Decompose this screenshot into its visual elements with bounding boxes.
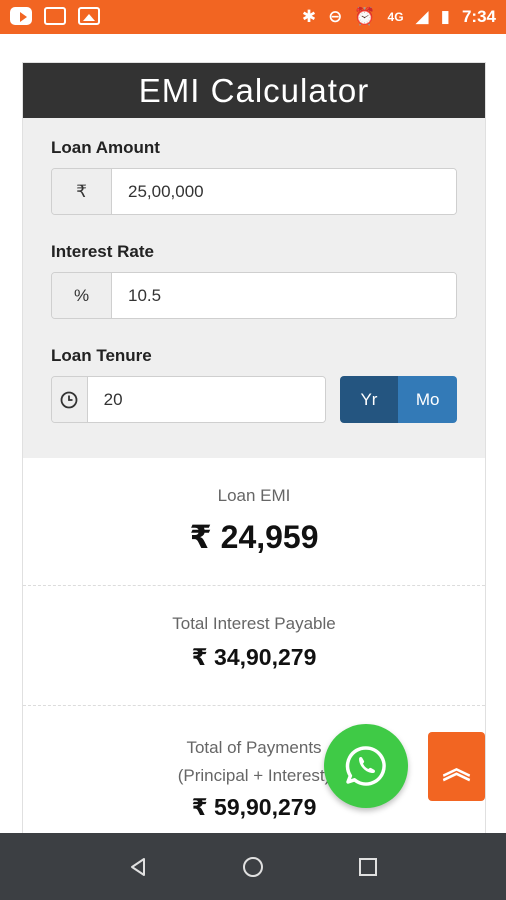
interest-rate-input[interactable] xyxy=(112,273,456,318)
home-button[interactable] xyxy=(233,847,273,887)
emi-calculator-card: EMI Calculator Loan Amount ₹ Interest Ra… xyxy=(22,62,486,842)
home-icon xyxy=(242,856,263,877)
double-chevron-up-icon: ︽ xyxy=(442,752,471,784)
total-interest-label: Total Interest Payable xyxy=(172,614,336,633)
loan-emi-label: Loan EMI xyxy=(217,486,291,505)
clock: 7:34 xyxy=(461,7,496,26)
interest-rate-group: % xyxy=(51,272,457,319)
navigation-bar xyxy=(0,833,506,900)
loan-tenure-row: Yr Mo xyxy=(51,370,457,423)
calculator-form: Loan Amount ₹ Interest Rate % Loan Tenur… xyxy=(23,118,485,458)
whatsapp-button[interactable] xyxy=(324,724,408,808)
total-interest-value: ₹ 34,90,279 xyxy=(191,644,317,670)
year-toggle-button[interactable]: Yr xyxy=(339,376,399,423)
alarm-icon: ⏰ xyxy=(354,7,376,26)
page-title: EMI Calculator xyxy=(23,63,485,118)
total-payments-value: ₹ 59,90,279 xyxy=(191,794,317,820)
clock-icon-svg xyxy=(60,391,78,408)
total-payments-result: Total of Payments (Principal + Interest)… xyxy=(23,706,485,846)
loan-tenure-label: Loan Tenure xyxy=(51,346,152,365)
loan-amount-label: Loan Amount xyxy=(51,138,160,157)
total-payments-sublabel: (Principal + Interest) xyxy=(177,766,331,785)
tenure-unit-toggle: Yr Mo xyxy=(339,376,457,423)
loan-tenure-input[interactable] xyxy=(87,377,325,422)
recents-button[interactable] xyxy=(348,847,388,887)
back-icon xyxy=(130,857,145,876)
bluetooth-icon: ✱ xyxy=(301,7,317,26)
month-toggle-button[interactable]: Mo xyxy=(398,376,457,423)
scroll-to-top-button[interactable]: ︽ xyxy=(428,732,485,801)
signal-icon: ◢ xyxy=(415,7,429,26)
battery-icon: ▮ xyxy=(440,7,450,26)
loan-amount-input[interactable] xyxy=(112,169,456,214)
loan-amount-group: ₹ xyxy=(51,168,457,215)
notification-icons xyxy=(10,7,100,25)
dnd-icon: ⊖ xyxy=(328,7,343,26)
loan-emi-result: Loan EMI ₹ 24,959 xyxy=(23,458,485,586)
clock-icon xyxy=(52,377,88,422)
network-type: 4G xyxy=(387,10,404,24)
youtube-icon xyxy=(10,7,32,25)
loan-tenure-group xyxy=(51,376,326,423)
status-bar: ✱ ⊖ ⏰ 4G ◢ ▮ 7:34 xyxy=(0,0,506,34)
recents-icon xyxy=(359,857,378,876)
whatsapp-icon xyxy=(345,746,386,786)
total-interest-result: Total Interest Payable ₹ 34,90,279 xyxy=(23,586,485,706)
image-icon xyxy=(78,7,100,25)
rupee-icon: ₹ xyxy=(52,169,112,214)
interest-rate-label: Interest Rate xyxy=(51,242,154,261)
total-payments-label: Total of Payments xyxy=(186,738,322,757)
system-icons: ✱ ⊖ ⏰ 4G ◢ ▮ 7:34 xyxy=(302,6,496,28)
loan-emi-value: ₹ 24,959 xyxy=(189,519,319,555)
back-button[interactable] xyxy=(118,847,158,887)
percent-icon: % xyxy=(52,273,112,318)
gallery-icon xyxy=(44,7,66,25)
